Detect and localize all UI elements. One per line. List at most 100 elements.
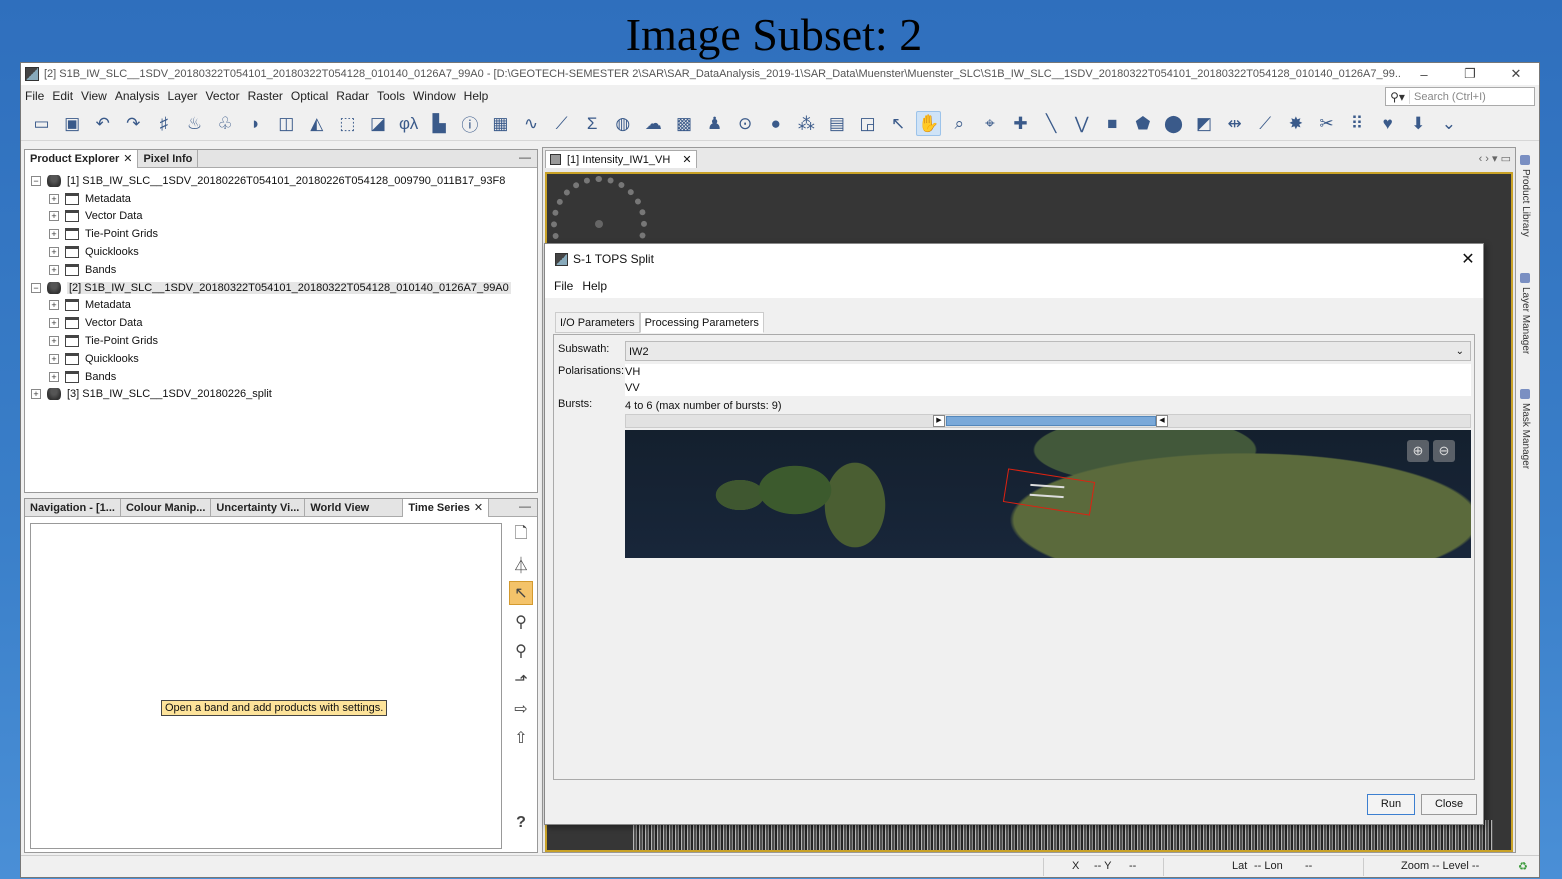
tree-folder-node[interactable]: + Vector Data [31, 314, 511, 332]
expand-icon[interactable]: + [31, 389, 41, 400]
tab-world-view[interactable]: World View [305, 499, 404, 517]
tree-folder-node[interactable]: + Metadata [31, 297, 511, 315]
map-icon[interactable]: ◲ [855, 111, 880, 136]
dialog-close-icon[interactable]: ✕ [1453, 249, 1483, 269]
polygon-drawing-icon[interactable]: ⬟ [1130, 111, 1155, 136]
pan-tool-icon[interactable]: ✋ [916, 111, 942, 136]
export-icon[interactable]: ⇨ [509, 697, 533, 721]
information-icon[interactable]: ⓘ [457, 111, 482, 136]
range-finder-icon[interactable]: ⇹ [1222, 111, 1247, 136]
side-tab-layer-manager[interactable]: Layer Manager [1520, 273, 1531, 354]
tab-time-series[interactable]: Time Series ✕ [403, 499, 490, 517]
ellipse-drawing-icon[interactable]: ⬤ [1161, 111, 1186, 136]
zoom-out-icon[interactable]: ⊖ [1433, 440, 1455, 462]
new-vector-icon[interactable]: ◩ [1192, 111, 1217, 136]
correlative-plot-icon[interactable]: ⟋ [549, 111, 574, 136]
close-icon[interactable]: ✕ [474, 502, 483, 514]
download-icon[interactable]: ⬇ [1406, 111, 1431, 136]
list-item[interactable]: VV [625, 380, 1471, 396]
sync-icon[interactable]: ⬏ [509, 668, 533, 692]
redo-icon[interactable]: ↷ [121, 111, 146, 136]
filter-band-icon[interactable]: ♨ [182, 111, 207, 136]
list-item[interactable]: VH [625, 364, 1471, 380]
menu-optical[interactable]: Optical [287, 89, 332, 103]
pin-icon[interactable]: ⚲ [509, 610, 533, 634]
toolbar-overflow-icon[interactable]: ⌄ [1436, 111, 1461, 136]
tab-pixel-info[interactable]: Pixel Info [138, 150, 199, 168]
close-button[interactable]: Close [1421, 794, 1477, 815]
expand-icon[interactable]: + [49, 211, 59, 222]
tab-processing-parameters[interactable]: Processing Parameters [639, 312, 764, 333]
tree-product-node[interactable]: + [3] S1B_IW_SLC__1SDV_20180226_split [31, 386, 511, 404]
polarisations-list[interactable]: VH VV [625, 364, 1471, 396]
help-icon[interactable]: ? [509, 811, 533, 835]
expand-icon[interactable]: + [49, 300, 59, 311]
menu-analysis[interactable]: Analysis [111, 89, 164, 103]
histogram-icon[interactable]: ▙ [427, 111, 452, 136]
search-field[interactable]: ⚲▾ Search (Ctrl+I) [1385, 87, 1535, 106]
upload-icon[interactable]: ⇧ [509, 726, 533, 750]
expand-icon[interactable]: + [49, 353, 59, 364]
tree-folder-node[interactable]: + Quicklooks [31, 350, 511, 368]
collapse-icon[interactable]: − [31, 175, 41, 186]
graph-builder-icon[interactable]: ☁ [641, 111, 666, 136]
binary-icon[interactable]: ⠿ [1345, 111, 1370, 136]
tab-navigation[interactable]: Navigation - [1... [25, 499, 121, 517]
cut-icon[interactable]: ✂ [1314, 111, 1339, 136]
minimize-panel-icon[interactable]: — [519, 150, 531, 164]
polyline-drawing-icon[interactable]: ⋁ [1069, 111, 1094, 136]
open-product-icon[interactable]: ▭ [29, 111, 54, 136]
graph-icon[interactable]: ▤ [824, 111, 849, 136]
tree-folder-node[interactable]: + Tie-Point Grids [31, 332, 511, 350]
slider-right-handle[interactable]: ◀ [1156, 415, 1168, 427]
close-icon[interactable]: ✕ [682, 153, 691, 166]
tab-colour-manipulation[interactable]: Colour Manip... [121, 499, 212, 517]
globe-icon[interactable]: ◍ [610, 111, 635, 136]
tree-folder-node[interactable]: + Vector Data [31, 208, 511, 226]
expand-icon[interactable]: + [49, 371, 59, 382]
menu-vector[interactable]: Vector [202, 89, 244, 103]
tab-product-explorer[interactable]: Product Explorer ✕ [25, 150, 139, 168]
burst-footprint-map[interactable]: ⊕ ⊖ [625, 430, 1471, 558]
zoom-tool-icon[interactable]: ⌕ [947, 111, 972, 136]
profile-plot-icon[interactable]: ∿ [519, 111, 544, 136]
batch-icon[interactable]: ♟ [702, 111, 727, 136]
pin-remove-icon[interactable]: ⚲ [509, 639, 533, 663]
slider-left-handle[interactable]: ▶ [933, 415, 945, 427]
restore-icon[interactable]: ❐ [1447, 66, 1493, 82]
undo-icon[interactable]: ↶ [90, 111, 115, 136]
select-pin-icon[interactable]: ↖ [509, 581, 533, 605]
close-window-icon[interactable]: ✕ [1493, 66, 1539, 82]
grid-icon[interactable]: ▩ [671, 111, 696, 136]
expand-icon[interactable]: + [49, 318, 59, 329]
tree-folder-node[interactable]: + Tie-Point Grids [31, 225, 511, 243]
gcp-placing-icon[interactable]: ✚ [1008, 111, 1033, 136]
minimize-icon[interactable]: – [1401, 67, 1447, 82]
menu-raster[interactable]: Raster [244, 89, 287, 103]
menu-help[interactable]: Help [460, 89, 493, 103]
menu-radar[interactable]: Radar [332, 89, 373, 103]
magic-wand-icon[interactable]: ⟋ [1253, 111, 1278, 136]
subswath-select[interactable]: IW2 ⌄ [625, 341, 1471, 361]
phi-lambda-icon[interactable]: φλ [396, 111, 421, 136]
expand-icon[interactable]: + [49, 193, 59, 204]
rectangle-drawing-icon[interactable]: ■ [1100, 111, 1125, 136]
menu-view[interactable]: View [77, 89, 111, 103]
tab-io-parameters[interactable]: I/O Parameters [555, 312, 640, 333]
menu-edit[interactable]: Edit [48, 89, 77, 103]
sum-icon[interactable]: Σ [580, 111, 605, 136]
tree-product-node[interactable]: − [2] S1B_IW_SLC__1SDV_20180322T054101_20… [31, 279, 511, 297]
star-icon[interactable]: ✸ [1283, 111, 1308, 136]
pin-manager-icon[interactable]: ⬚ [335, 111, 360, 136]
expand-icon[interactable]: + [49, 336, 59, 347]
menu-window[interactable]: Window [409, 89, 460, 103]
tree-folder-node[interactable]: + Bands [31, 261, 511, 279]
expand-icon[interactable]: + [49, 229, 59, 240]
side-tab-mask-manager[interactable]: Mask Manager [1520, 389, 1531, 469]
tree-product-node[interactable]: − [1] S1B_IW_SLC__1SDV_20180226T054101_20… [31, 172, 511, 190]
statistics-icon[interactable]: ◪ [366, 111, 391, 136]
save-product-icon[interactable]: ▣ [60, 111, 85, 136]
filter-icon[interactable]: ⏃ [509, 552, 533, 576]
run-button[interactable]: Run [1367, 794, 1415, 815]
menu-tools[interactable]: Tools [373, 89, 409, 103]
